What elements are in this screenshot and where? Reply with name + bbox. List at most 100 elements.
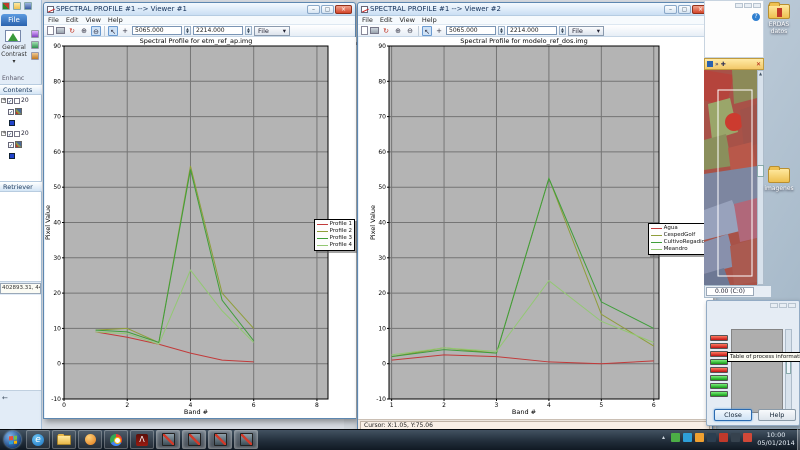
window-titlebar[interactable]: SPECTRAL PROFILE #1 --> Viewer #2 – ▢ × (358, 3, 712, 16)
tree-row-raster[interactable]: ✓ (0, 106, 41, 117)
general-contrast-icon[interactable] (5, 30, 21, 42)
taskbar-button-erdas-viewer[interactable] (208, 430, 232, 449)
start-button[interactable] (4, 431, 21, 448)
new-document-icon[interactable] (47, 26, 54, 35)
zoom-out-icon[interactable]: ⊖ (91, 26, 101, 36)
help-process-button[interactable]: Help (758, 409, 796, 421)
back-arrow-icon[interactable]: ← (2, 394, 8, 402)
select-arrow-icon[interactable]: ↖ (108, 26, 118, 36)
refresh-icon[interactable]: ↻ (67, 26, 77, 36)
menu-file[interactable]: File (362, 16, 373, 24)
flag-app-icon[interactable] (707, 433, 716, 442)
x-coordinate-spinner[interactable]: ▲▼ (498, 26, 505, 35)
thumbnail-scrollbar-thumb[interactable] (757, 165, 764, 177)
taskbar-button-orange-app[interactable] (78, 430, 102, 449)
ribbon-tool-icon[interactable] (31, 41, 39, 49)
tree-row-group[interactable]: +✓20 (0, 128, 41, 139)
ribbon-tool-icon[interactable] (31, 52, 39, 60)
hidden-icons-chevron-icon[interactable]: ▴ (659, 433, 668, 442)
tree-row-raster[interactable]: ✓ (0, 139, 41, 150)
help-icon[interactable]: ? (752, 13, 760, 21)
print-icon[interactable] (56, 27, 65, 34)
desktop-icon[interactable]: imagenes (764, 168, 794, 192)
y-coordinate-spinner[interactable]: ▲▼ (559, 26, 566, 35)
tree-row-group[interactable]: +✓20 (0, 95, 41, 106)
minimize-button[interactable] (770, 303, 778, 308)
taskbar-button-windows-explorer[interactable] (52, 430, 76, 449)
taskbar-button-erdas-viewer[interactable] (156, 430, 180, 449)
print-icon[interactable] (370, 27, 379, 34)
tree-row-vector[interactable] (0, 150, 41, 161)
file-dropdown[interactable]: File▾ (254, 26, 290, 36)
y-coordinate-field[interactable]: 2214.000 (507, 26, 557, 35)
new-document-icon[interactable] (361, 26, 368, 35)
menu-edit[interactable]: Edit (380, 16, 393, 24)
x-coordinate-spinner[interactable]: ▲▼ (184, 26, 191, 35)
maximize-button[interactable] (744, 3, 752, 8)
taskbar-button-erdas-viewer[interactable] (182, 430, 206, 449)
ribbon-tool-icon[interactable] (31, 30, 39, 38)
pin-icon[interactable]: ✚ (721, 61, 726, 68)
svg-text:40: 40 (378, 220, 386, 227)
maximize-button[interactable]: ▢ (678, 5, 691, 14)
minimize-button[interactable]: – (664, 5, 677, 14)
checkbox-icon[interactable]: ✓ (7, 98, 13, 104)
checkbox-icon[interactable]: ✓ (8, 142, 14, 148)
general-contrast-label[interactable]: General Contrast ▾ (0, 44, 28, 65)
file-ribbon-tab[interactable]: File (1, 14, 27, 26)
y-coordinate-field[interactable]: 2214.000 (193, 26, 243, 35)
window-titlebar[interactable]: SPECTRAL PROFILE #1 --> Viewer #1 – ▢ × (44, 3, 355, 16)
taskbar-clock[interactable]: 10:00 05/01/2014 (754, 431, 798, 447)
save-icon[interactable] (24, 2, 32, 10)
close-overview-icon[interactable]: ✕ (756, 61, 761, 68)
taskbar-button-erdas-viewer[interactable] (234, 430, 258, 449)
thumbnail-scrollbar[interactable]: ▲ (757, 70, 764, 285)
refresh-icon[interactable]: ↻ (381, 26, 391, 36)
taskbar-button-chrome[interactable] (104, 430, 128, 449)
checkbox-icon[interactable]: ✓ (8, 109, 14, 115)
y-coordinate-spinner[interactable]: ▲▼ (245, 26, 252, 35)
notifier-red-icon[interactable] (743, 433, 752, 442)
checkbox-icon[interactable]: ✓ (7, 131, 13, 137)
crosshair-icon[interactable]: + (120, 26, 130, 36)
messenger-blue-icon[interactable] (683, 433, 692, 442)
menu-help[interactable]: Help (108, 16, 123, 24)
desktop-icon[interactable]: ERDAS datos (764, 4, 794, 35)
process-scrollbar[interactable] (785, 329, 792, 413)
menu-view[interactable]: View (399, 16, 414, 24)
zoom-out-icon[interactable]: ⊖ (405, 26, 415, 36)
apply-arrows-icon[interactable]: » (715, 61, 719, 68)
monitor-app-icon[interactable] (731, 433, 740, 442)
contents-tree[interactable]: +✓20✓+✓20✓ (0, 95, 41, 181)
close-button[interactable]: × (335, 5, 352, 14)
open-folder-icon[interactable] (13, 2, 21, 10)
tree-row-vector[interactable] (0, 117, 41, 128)
menu-edit[interactable]: Edit (66, 16, 79, 24)
crosshair-icon[interactable]: + (434, 26, 444, 36)
maximize-button[interactable] (779, 303, 787, 308)
file-dropdown[interactable]: File▾ (568, 26, 604, 36)
zoom-in-icon[interactable]: ⊕ (393, 26, 403, 36)
x-coordinate-field[interactable]: 5065.000 (132, 26, 182, 35)
update-orange-icon[interactable] (695, 433, 704, 442)
close-process-button[interactable]: Close (714, 409, 752, 421)
taskbar-button-internet-explorer[interactable]: e (26, 430, 50, 449)
antivirus-green-icon[interactable] (671, 433, 680, 442)
close-button[interactable] (788, 303, 796, 308)
menu-file[interactable]: File (48, 16, 59, 24)
minimize-button[interactable] (735, 3, 743, 8)
taskbar-button-adobe-reader[interactable]: Λ (130, 430, 154, 449)
menu-view[interactable]: View (85, 16, 100, 24)
close-button[interactable] (753, 3, 761, 8)
maximize-button[interactable]: ▢ (321, 5, 334, 14)
red-app-icon[interactable] (719, 433, 728, 442)
satellite-image-thumbnail[interactable] (704, 70, 757, 285)
extent-icon[interactable] (707, 61, 713, 67)
select-arrow-icon[interactable]: ↖ (422, 26, 432, 36)
zoom-in-icon[interactable]: ⊕ (79, 26, 89, 36)
expand-icon[interactable]: + (1, 131, 6, 136)
x-coordinate-field[interactable]: 5065.000 (446, 26, 496, 35)
minimize-button[interactable]: – (307, 5, 320, 14)
expand-icon[interactable]: + (1, 98, 6, 103)
menu-help[interactable]: Help (422, 16, 437, 24)
